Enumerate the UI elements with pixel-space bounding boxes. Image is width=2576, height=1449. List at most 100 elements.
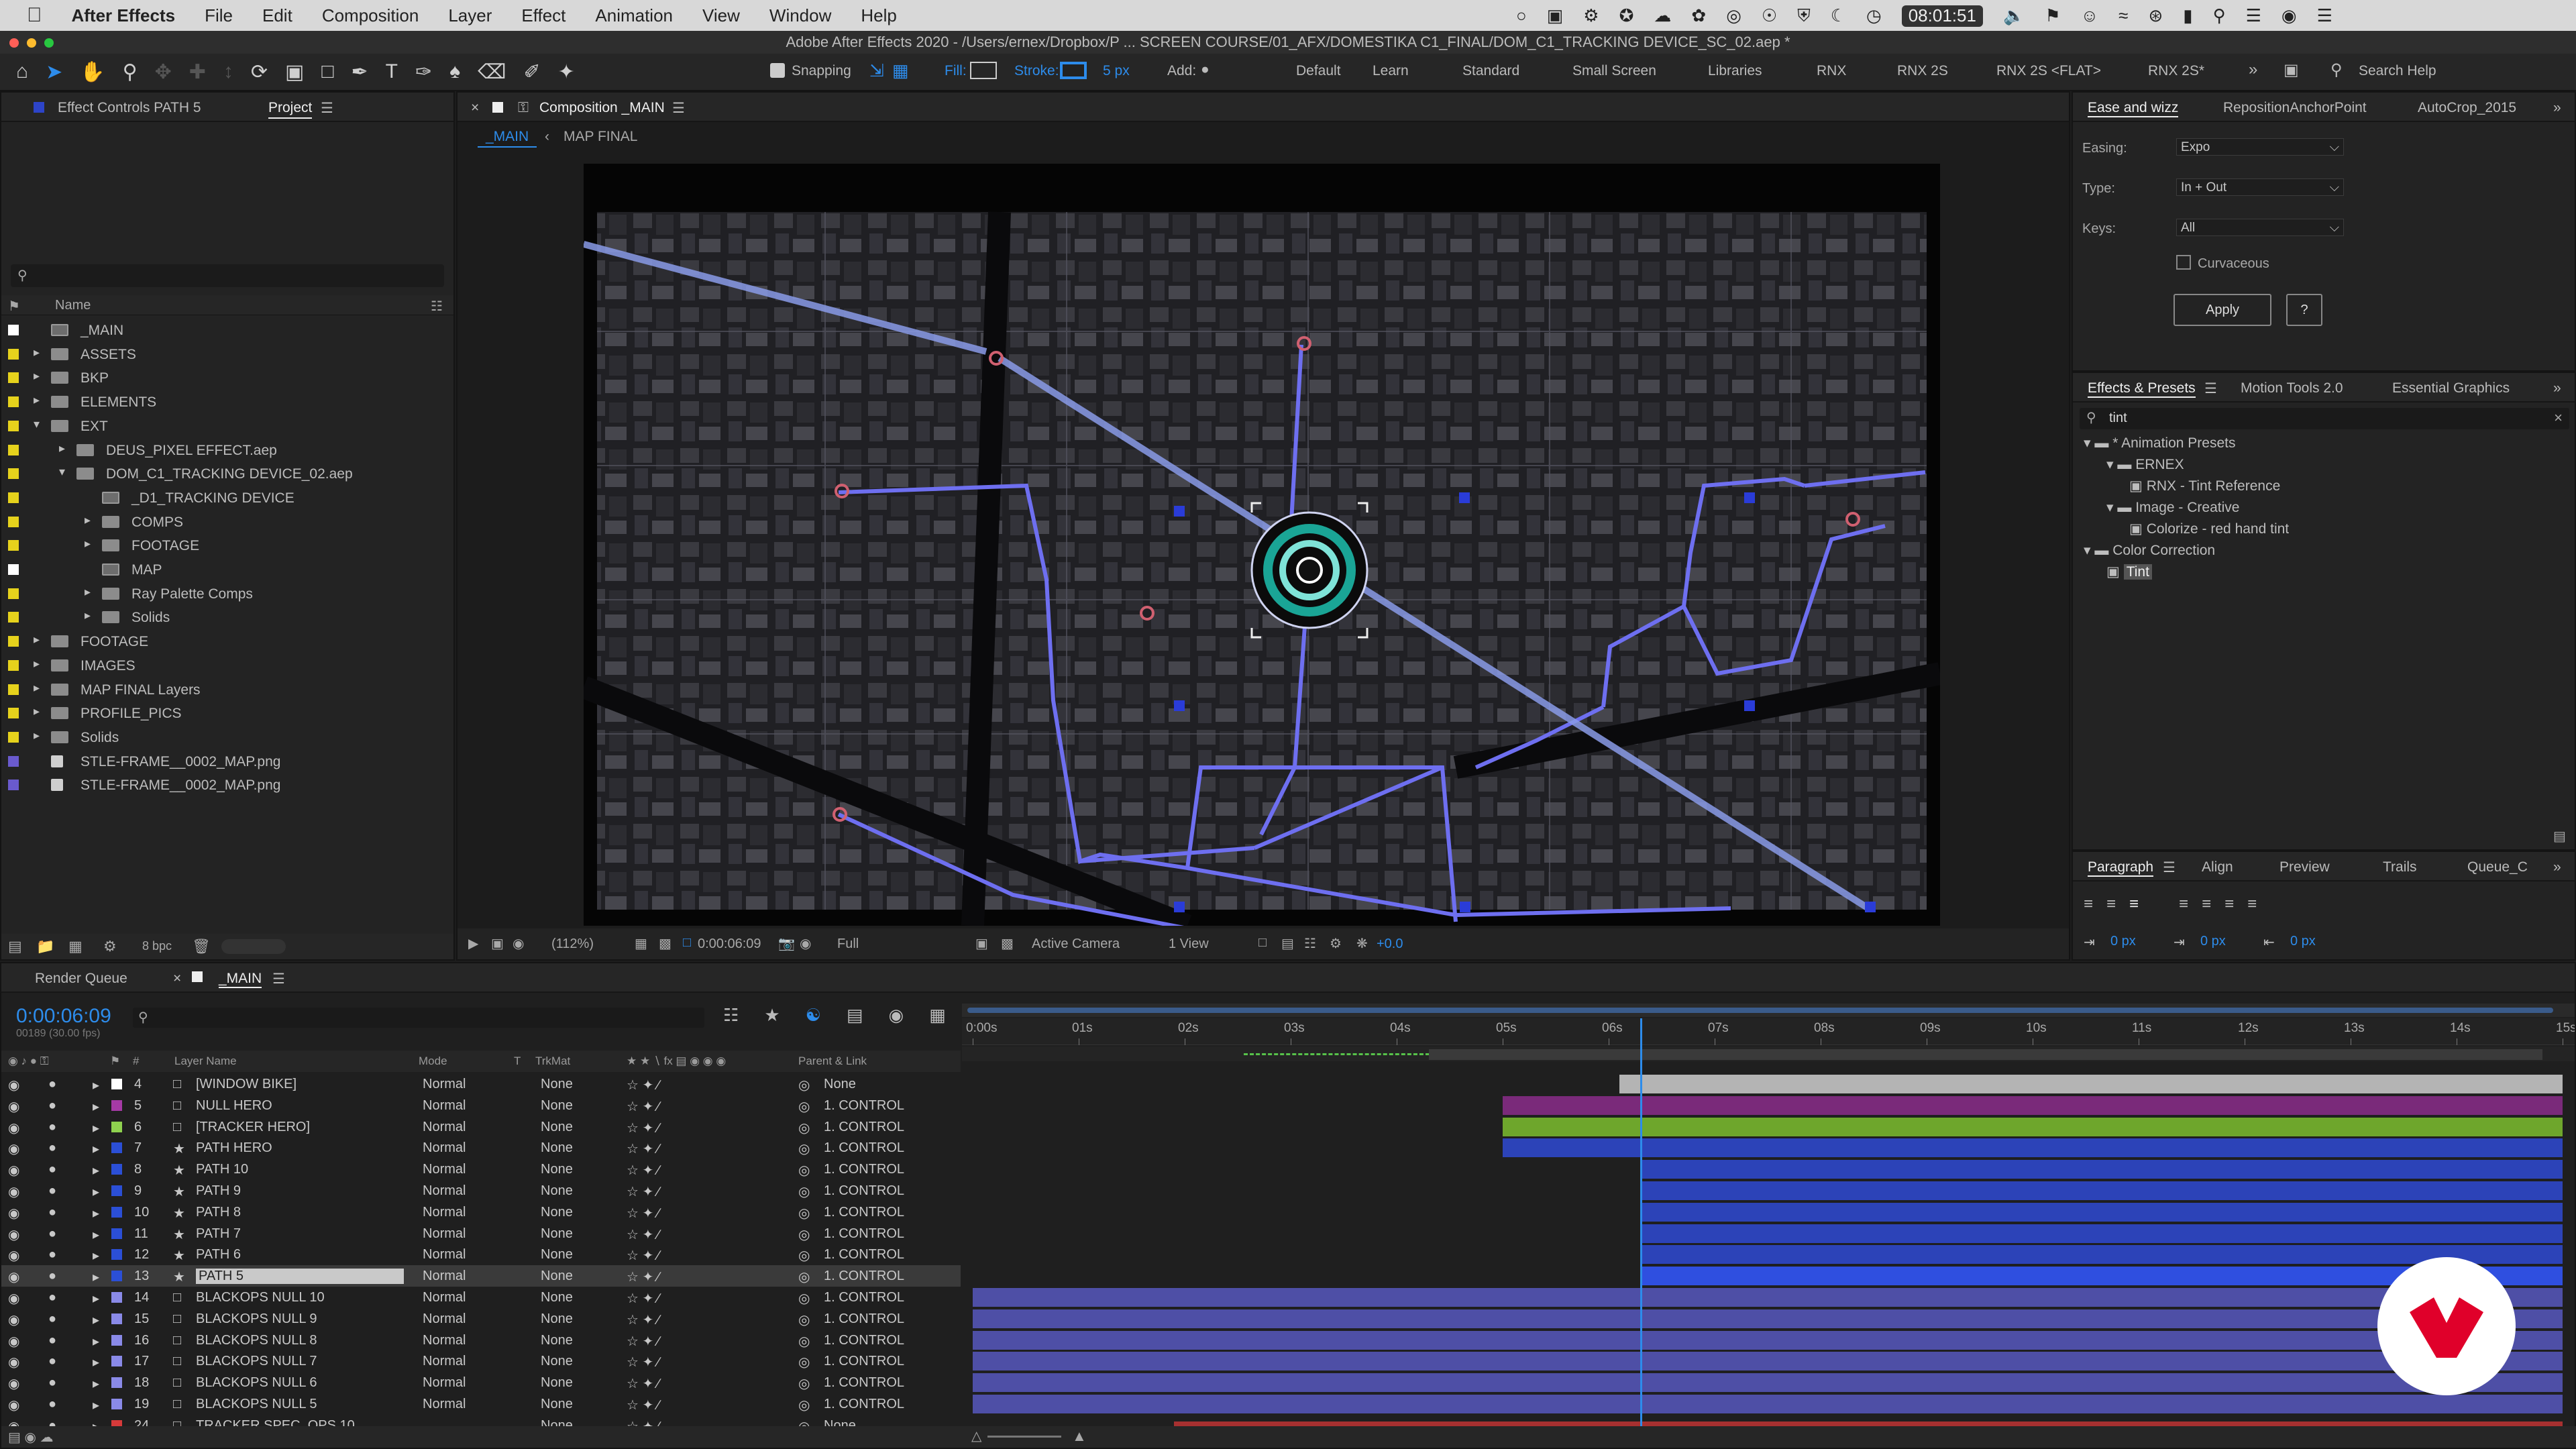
eye-icon[interactable]: ◉	[8, 1247, 19, 1264]
tab-render-queue[interactable]: Render Queue	[35, 971, 127, 987]
layer-switches[interactable]: ☆ ✦ ∕	[627, 1333, 659, 1350]
layer-switches[interactable]: ☆ ✦ ∕	[627, 1077, 659, 1093]
transparency-grid-icon[interactable]: ▩	[659, 935, 672, 952]
frame-blending-icon[interactable]: ▤	[847, 1005, 863, 1026]
eye-icon[interactable]: ◉	[8, 1205, 19, 1222]
battery-icon[interactable]: ▮	[2183, 5, 2192, 27]
layer-bar[interactable]	[1640, 1181, 2563, 1200]
shy-layers-icon[interactable]: ☯	[806, 1005, 821, 1026]
trkmat-dropdown[interactable]: None	[541, 1269, 573, 1284]
snapping-checkbox[interactable]	[770, 63, 785, 78]
layer-name[interactable]: BLACKOPS NULL 5	[196, 1397, 317, 1412]
table-row[interactable]: ◉ ● ▸ 11 ★ PATH 7 Normal None ☆ ✦ ∕ ◎ 1. CONTROL	[1, 1223, 961, 1244]
eye-icon[interactable]: ◉	[8, 1269, 19, 1285]
parent-pickwhip-icon[interactable]: ◎	[798, 1183, 810, 1200]
clock-icon[interactable]: ◷	[1866, 5, 1882, 27]
new-preset-icon[interactable]: ▤	[2553, 828, 2566, 845]
menu-animation[interactable]: Animation	[580, 5, 688, 26]
layer-name[interactable]: BLACKOPS NULL 7	[196, 1354, 317, 1369]
label-swatch[interactable]	[111, 1185, 122, 1196]
table-row[interactable]: ◉ ● ▸ 15 □ BLACKOPS NULL 9 Normal None ☆ ✦ ∕ ◎ 1. …	[1, 1308, 961, 1330]
layer-bar[interactable]	[1640, 1202, 2563, 1222]
layer-name[interactable]: PATH 8	[196, 1205, 241, 1220]
layer-name[interactable]: PATH HERO	[196, 1140, 272, 1156]
expand-arrow-icon[interactable]: ▸	[85, 537, 91, 551]
menubar-clock[interactable]: 08:01:51	[1901, 5, 1983, 27]
workspace-rnx-2s-star[interactable]: RNX 2S*	[2148, 63, 2204, 79]
workspace-rnx[interactable]: RNX	[1817, 63, 1846, 79]
solo-icon[interactable]: ●	[48, 1290, 56, 1305]
workspace-learn[interactable]: Learn	[1373, 63, 1409, 79]
zoom-tool-icon[interactable]: ⚲	[123, 60, 138, 84]
eye-icon[interactable]: ◉	[8, 1333, 19, 1350]
pen-tool-icon[interactable]: ✒	[352, 60, 368, 84]
expand-arrow-icon[interactable]: ▸	[93, 1269, 99, 1285]
parent-dropdown[interactable]: 1. CONTROL	[824, 1226, 904, 1242]
status-icon[interactable]: ☁	[1654, 5, 1671, 27]
parent-pickwhip-icon[interactable]: ◎	[798, 1333, 810, 1350]
delete-icon[interactable]: 🗑	[192, 938, 211, 955]
project-item[interactable]: ▸ PROFILE_PICS	[1, 701, 453, 725]
workspace-standard[interactable]: Standard	[1462, 63, 1519, 79]
parent-dropdown[interactable]: 1. CONTROL	[824, 1205, 904, 1220]
lock-icon[interactable]: ⚿	[518, 100, 529, 116]
eye-icon[interactable]: ◉	[8, 1140, 19, 1157]
search-icon[interactable]: ⚲	[2213, 5, 2226, 27]
draft-3d-icon[interactable]: ★	[764, 1005, 780, 1026]
timeline-icon[interactable]: ▤	[1281, 935, 1294, 952]
vr-icon[interactable]: ▣	[491, 935, 504, 952]
tab-preview[interactable]: Preview	[2279, 859, 2330, 875]
project-item[interactable]: STLE-FRAME__0002_MAP.png	[1, 773, 453, 797]
home-icon[interactable]: ⌂	[16, 60, 28, 84]
new-comp-icon[interactable]: ▦	[68, 938, 83, 955]
project-item[interactable]: ▸ COMPS	[1, 510, 453, 534]
resolution-grid-icon[interactable]: ▦	[635, 935, 647, 952]
motion-blur-icon[interactable]: ◉	[889, 1005, 904, 1026]
trkmat-dropdown[interactable]: None	[541, 1397, 573, 1412]
parent-pickwhip-icon[interactable]: ◎	[798, 1354, 810, 1371]
layer-bar[interactable]	[973, 1373, 2563, 1393]
indent-first-value[interactable]: 0 px	[2200, 934, 2226, 949]
brush-tool-icon[interactable]: ✑	[415, 60, 432, 84]
snapshot-icon[interactable]: 📷	[778, 935, 795, 952]
panel-overflow-icon[interactable]: »	[2553, 380, 2561, 396]
snap-grid-icon[interactable]: ▦	[892, 60, 909, 81]
effects-tree-item[interactable]: ▾ ▬ Color Correction	[2084, 542, 2215, 559]
project-item[interactable]: ▾ EXT	[1, 414, 453, 438]
apple-icon[interactable]: 	[0, 4, 57, 27]
layer-name[interactable]: BLACKOPS NULL 10	[196, 1290, 325, 1305]
trkmat-dropdown[interactable]: None	[541, 1205, 573, 1220]
tab-motion-tools[interactable]: Motion Tools 2.0	[2241, 380, 2343, 396]
solo-icon[interactable]: ●	[48, 1375, 56, 1391]
layer-bar[interactable]	[973, 1352, 2563, 1371]
pan-tool-icon[interactable]: ✚	[189, 60, 206, 84]
layer-bar[interactable]	[973, 1330, 2563, 1350]
table-row[interactable]: ◉ ● ▸ 18 □ BLACKOPS NULL 6 Normal None ☆ ✦ ∕ ◎ 1. …	[1, 1372, 961, 1393]
parent-dropdown[interactable]: 1. CONTROL	[824, 1290, 904, 1305]
indent-right-value[interactable]: 0 px	[2290, 934, 2316, 949]
layer-bar[interactable]	[973, 1309, 2563, 1328]
layer-bar[interactable]	[1640, 1224, 2563, 1243]
label-swatch[interactable]	[111, 1142, 122, 1154]
table-row[interactable]: ◉ ● ▸ 13 ★ PATH 5 Normal None ☆ ✦ ∕ ◎ 1. CONTROL	[1, 1265, 961, 1287]
expand-arrow-icon[interactable]: ▸	[85, 608, 91, 623]
blend-mode-dropdown[interactable]: Normal	[423, 1120, 466, 1135]
label-swatch[interactable]	[111, 1356, 122, 1367]
layer-switches[interactable]: ☆ ✦ ∕	[627, 1397, 659, 1413]
label-swatch[interactable]	[111, 1228, 122, 1239]
solo-icon[interactable]: ●	[48, 1397, 56, 1412]
parent-dropdown[interactable]: 1. CONTROL	[824, 1311, 904, 1327]
expand-arrow-icon[interactable]: ▸	[34, 704, 40, 718]
fast-previews-icon[interactable]: ▣	[975, 935, 988, 952]
timeline-search-input[interactable]: ⚲	[133, 1008, 704, 1028]
label-swatch[interactable]	[111, 1399, 122, 1409]
layer-name[interactable]: NULL HERO	[196, 1098, 272, 1114]
expand-arrow-icon[interactable]: ▾	[34, 417, 40, 431]
blend-mode-dropdown[interactable]: Normal	[423, 1226, 466, 1242]
parent-dropdown[interactable]: 1. CONTROL	[824, 1120, 904, 1135]
views-dropdown[interactable]: 1 View	[1169, 936, 1209, 952]
zoom-slider[interactable]	[987, 1436, 1061, 1438]
effects-search-input[interactable]: ⚲ tint ×	[2080, 408, 2569, 429]
expand-arrow-icon[interactable]: ▸	[34, 345, 40, 360]
tab-align[interactable]: Align	[2202, 859, 2233, 875]
